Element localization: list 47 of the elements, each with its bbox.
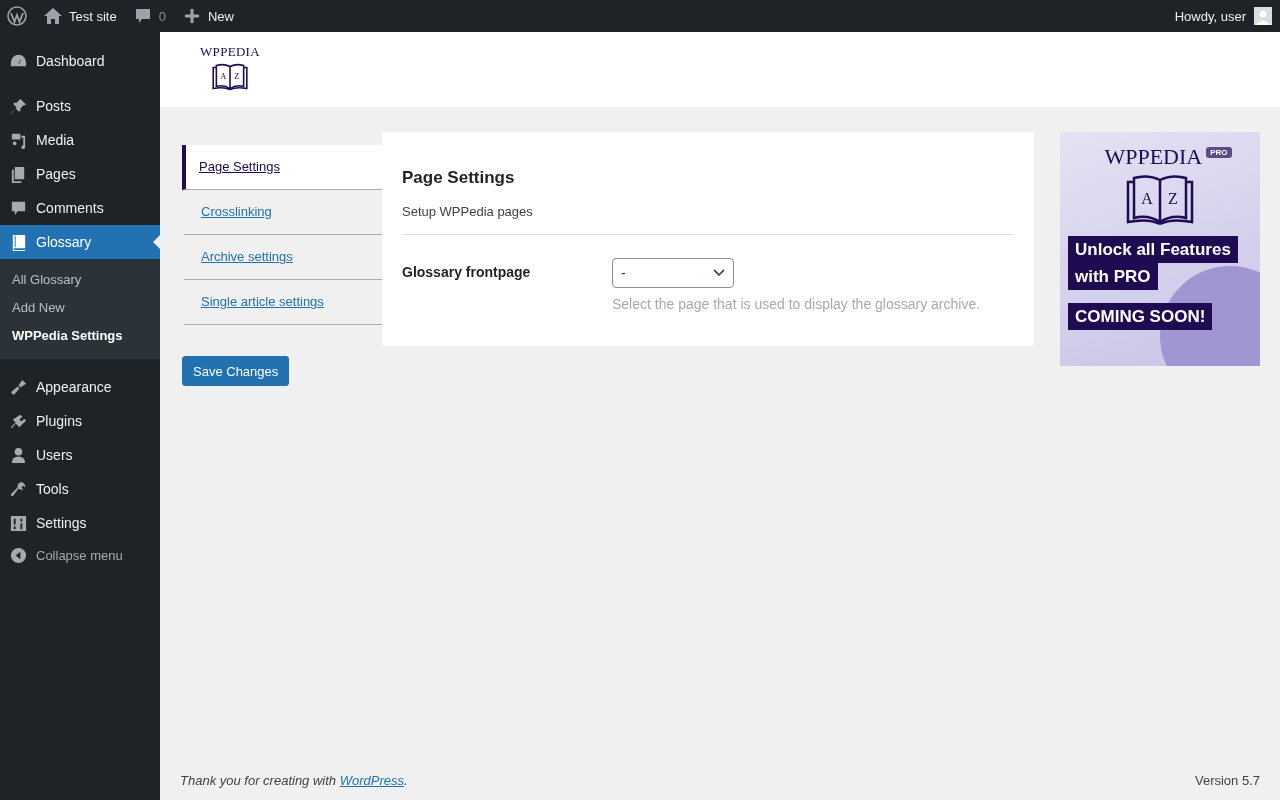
sliders-icon	[9, 513, 28, 533]
collapse-menu-button[interactable]: Collapse menu	[0, 540, 160, 570]
menu-item[interactable]: Tools	[0, 472, 160, 506]
wordpress-logo-icon[interactable]	[7, 6, 27, 26]
user-icon	[9, 445, 28, 465]
menu-item[interactable]: Appearance	[0, 370, 160, 404]
menu-item[interactable]: Glossary	[0, 225, 160, 259]
section-title: Page Settings	[402, 168, 516, 188]
new-content-link[interactable]: New	[181, 6, 234, 26]
version-label: Version 5.7	[1194, 773, 1260, 788]
menu-item[interactable]: Plugins	[0, 404, 160, 438]
submenu-item[interactable]: WPPedia Settings	[0, 322, 160, 350]
footer-credit: Thank you for creating with WordPress.	[180, 773, 408, 788]
submenu-item[interactable]: All Glossary	[0, 266, 160, 294]
chevron-down-icon	[713, 269, 725, 277]
menu-item[interactable]: Pages	[0, 157, 160, 191]
site-link[interactable]: Test site	[43, 6, 117, 26]
menu-item[interactable]: Settings	[0, 506, 160, 540]
account-link[interactable]: Howdy, user	[1174, 7, 1272, 25]
menu-item[interactable]: Posts	[0, 89, 160, 123]
field-label: Glossary frontpage	[402, 263, 532, 282]
page-select[interactable]: -	[612, 258, 734, 288]
home-icon	[43, 6, 63, 26]
coming-soon-label: COMING SOON!	[1068, 303, 1213, 331]
section-description: Setup WPPedia pages	[402, 204, 534, 219]
promo-wordmark: WPPEDIA	[1104, 144, 1203, 170]
book-logo-drawing: A Z	[209, 62, 251, 92]
book-logo-drawing: A Z	[1120, 172, 1200, 228]
wrench-icon	[9, 479, 28, 499]
comments-link[interactable]: 0	[132, 6, 166, 26]
footer-link[interactable]: WordPress	[339, 773, 404, 788]
promo-headline: with PRO	[1068, 263, 1158, 291]
menu-item[interactable]: Media	[0, 123, 160, 157]
pro-badge: PRO	[1206, 147, 1232, 158]
menu-item[interactable]: Users	[0, 438, 160, 472]
collapse-icon	[9, 545, 28, 565]
menu-item[interactable]: Dashboard	[0, 44, 160, 78]
logo-wordmark: WPPEDIA	[200, 44, 260, 60]
promo-headline: Unlock all Features	[1068, 236, 1238, 264]
save-changes-button[interactable]: Save Changes	[182, 356, 290, 386]
brush-icon	[9, 377, 28, 397]
pro-promo-banner[interactable]: WPPEDIA PRO A Z Unlock all Features with PRO COMING SOON!	[1060, 132, 1260, 366]
settings-tab[interactable]: Page Settings	[182, 145, 382, 190]
submenu-item[interactable]: Add New	[0, 294, 160, 322]
field-help-text: Select the page that is used to display the glossary archive.	[612, 296, 981, 312]
menu-item[interactable]: Comments	[0, 191, 160, 225]
avatar-icon	[1254, 7, 1272, 25]
